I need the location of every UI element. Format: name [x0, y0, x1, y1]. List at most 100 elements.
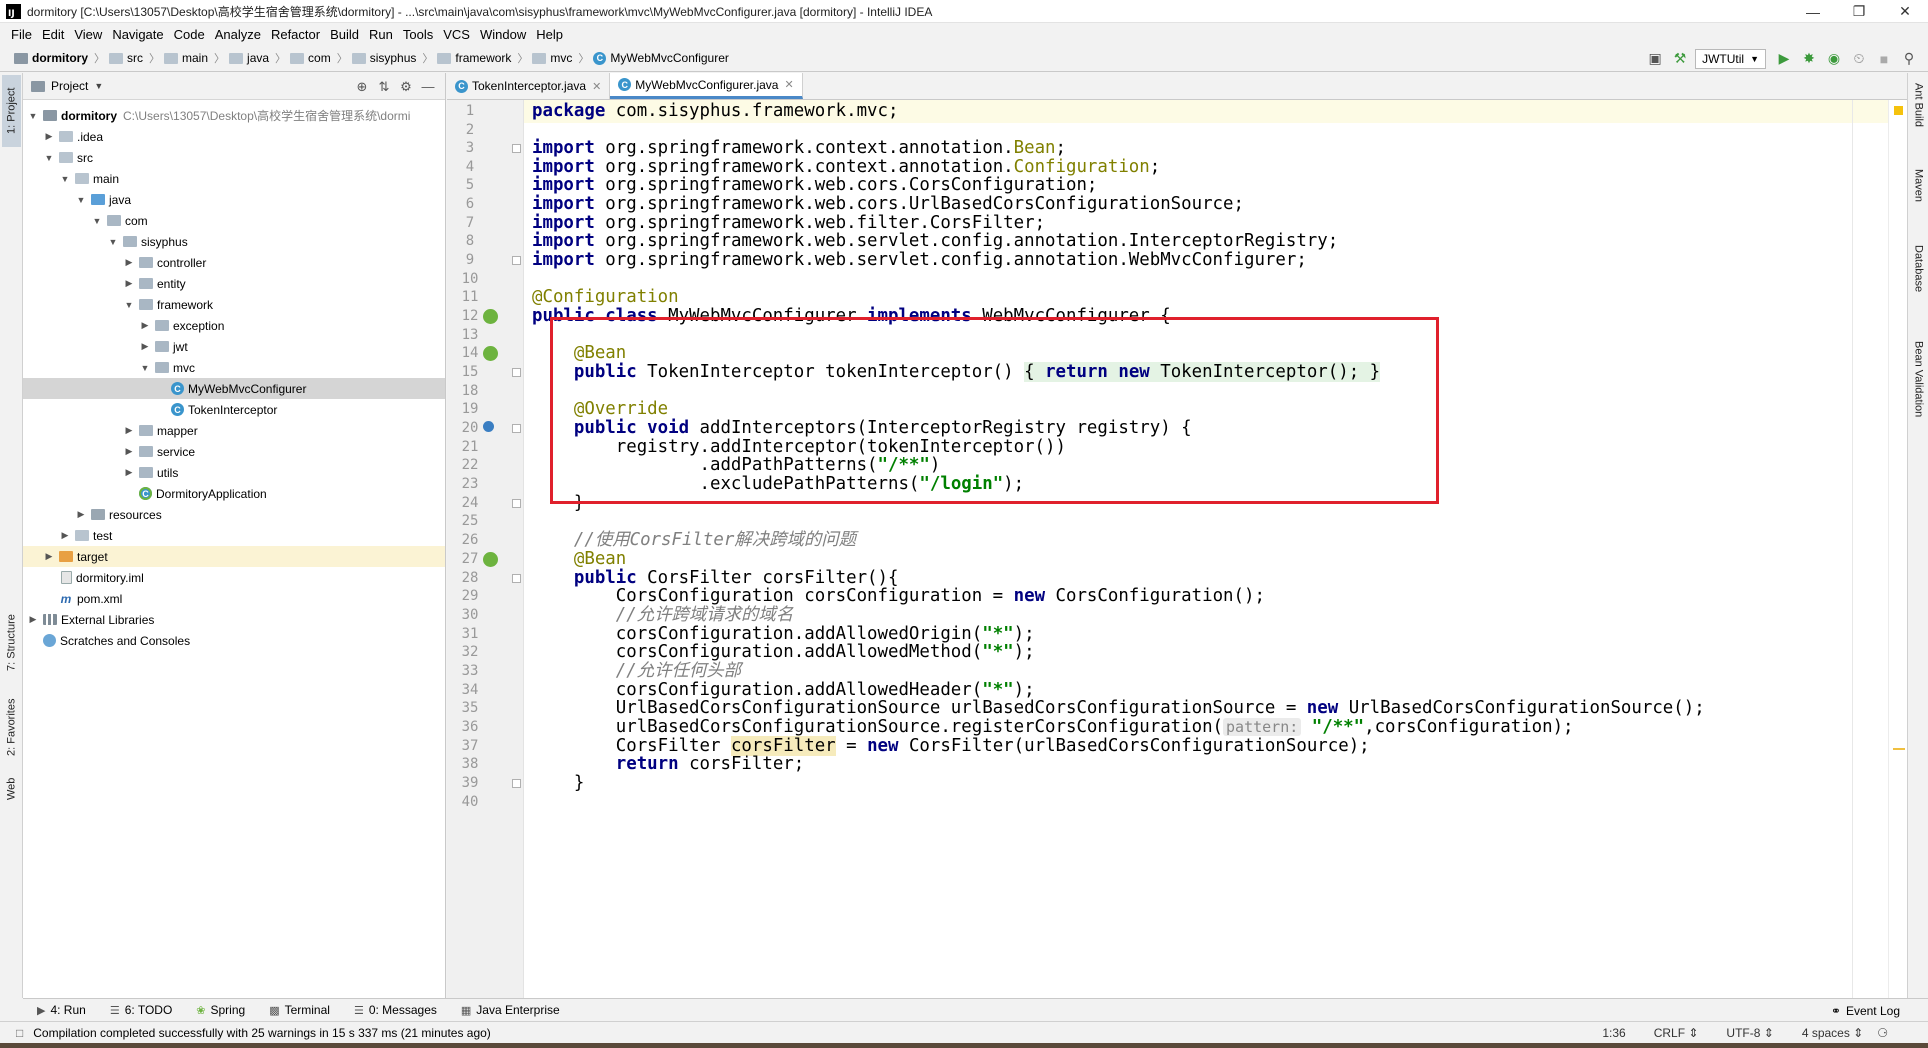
- menu-tools[interactable]: Tools: [398, 27, 438, 42]
- tree-item-dormitory-iml[interactable]: dormitory.iml: [23, 567, 445, 588]
- tree-item-resources[interactable]: ▶ resources: [23, 504, 445, 525]
- tree-item-idea[interactable]: ▶ .idea: [23, 126, 445, 147]
- chevron-right-icon[interactable]: ▶: [139, 341, 151, 352]
- tree-item-sisyphus[interactable]: ▼ sisyphus: [23, 231, 445, 252]
- build-hammer-icon[interactable]: ⚒: [1669, 49, 1691, 69]
- profile-icon[interactable]: ⏲: [1848, 49, 1870, 69]
- warning-indicator-icon[interactable]: [1894, 106, 1903, 115]
- menu-refactor[interactable]: Refactor: [266, 27, 325, 42]
- chevron-down-icon[interactable]: ▼: [94, 81, 103, 91]
- breadcrumb-class[interactable]: C MyWebMvcConfigurer: [593, 51, 729, 65]
- fold-marker-icon[interactable]: [512, 368, 521, 377]
- breadcrumb-sisyphus[interactable]: sisyphus 〉: [351, 50, 433, 66]
- tree-item-dormitoryapplication[interactable]: C DormitoryApplication: [23, 483, 445, 504]
- menu-analyze[interactable]: Analyze: [210, 27, 266, 42]
- chevron-down-icon[interactable]: ▼: [27, 111, 39, 121]
- fold-marker-icon[interactable]: [512, 574, 521, 583]
- breadcrumb-mvc[interactable]: mvc 〉: [532, 50, 589, 66]
- chevron-right-icon[interactable]: ▶: [123, 278, 135, 289]
- tree-item-test[interactable]: ▶ test: [23, 525, 445, 546]
- close-tab-icon[interactable]: ✕: [784, 78, 793, 91]
- bean-gutter-icon[interactable]: [483, 346, 498, 361]
- chevron-right-icon[interactable]: ▶: [139, 320, 151, 331]
- gear-icon[interactable]: ⚙: [395, 79, 417, 95]
- error-stripe[interactable]: [1888, 100, 1907, 998]
- tree-item-mapper[interactable]: ▶ mapper: [23, 420, 445, 441]
- breadcrumb-src[interactable]: src 〉: [109, 50, 160, 66]
- tree-item-mywebmvcconfigurer[interactable]: C MyWebMvcConfigurer: [23, 378, 445, 399]
- breadcrumb-com[interactable]: com 〉: [290, 50, 348, 66]
- menu-code[interactable]: Code: [169, 27, 210, 42]
- tree-item-dormitory[interactable]: ▼ dormitory C:\Users\13057\Desktop\高校学生宿舍管…: [23, 105, 445, 126]
- chevron-right-icon[interactable]: ▶: [123, 425, 135, 436]
- tab-favorites[interactable]: 2: Favorites: [2, 685, 21, 769]
- event-log-button[interactable]: ⚭ Event Log: [1831, 999, 1900, 1022]
- menu-help[interactable]: Help: [531, 27, 568, 42]
- tab-maven[interactable]: Maven: [1909, 169, 1928, 229]
- tab-bean-validation[interactable]: Bean Validation: [1909, 341, 1928, 461]
- fold-marker-icon[interactable]: [512, 779, 521, 788]
- hide-panel-icon[interactable]: —: [417, 79, 439, 94]
- restore-button[interactable]: ❐: [1836, 0, 1882, 23]
- tree-item-service[interactable]: ▶ service: [23, 441, 445, 462]
- project-panel-title[interactable]: Project: [51, 79, 88, 93]
- menu-window[interactable]: Window: [475, 27, 531, 42]
- menu-edit[interactable]: Edit: [37, 27, 69, 42]
- menu-build[interactable]: Build: [325, 27, 364, 42]
- chevron-down-icon[interactable]: ▼: [123, 300, 135, 310]
- warning-marker[interactable]: [1893, 748, 1905, 750]
- tree-item-tokeninterceptor[interactable]: C TokenInterceptor: [23, 399, 445, 420]
- code-editor[interactable]: 1 2 3 4 5 6 7 8 9 10 11 12 13 14 15 18 19 20 21 22 23 24 25 26 2…: [447, 100, 1907, 998]
- tab-terminal[interactable]: ▩ Terminal: [255, 1003, 340, 1017]
- bean-gutter-icon[interactable]: [483, 552, 498, 567]
- tree-item-scratches[interactable]: Scratches and Consoles: [23, 630, 445, 651]
- breadcrumb-dormitory[interactable]: dormitory 〉: [14, 50, 105, 66]
- lock-icon[interactable]: ⚆: [1877, 1026, 1888, 1040]
- tree-item-main[interactable]: ▼ main: [23, 168, 445, 189]
- tree-item-exception[interactable]: ▶ exception: [23, 315, 445, 336]
- tree-item-java[interactable]: ▼ java: [23, 189, 445, 210]
- tree-item-mvc[interactable]: ▼ mvc: [23, 357, 445, 378]
- tree-item-com[interactable]: ▼ com: [23, 210, 445, 231]
- override-method-icon[interactable]: [483, 421, 494, 432]
- chevron-right-icon[interactable]: ▶: [43, 131, 55, 142]
- tab-messages[interactable]: ☰ 0: Messages: [340, 1003, 447, 1017]
- chevron-down-icon[interactable]: ▼: [107, 237, 119, 247]
- file-encoding[interactable]: UTF-8 ⇕: [1712, 1026, 1773, 1040]
- breadcrumb-java[interactable]: java 〉: [229, 50, 286, 66]
- bean-gutter-icon[interactable]: [483, 309, 498, 324]
- stop-icon[interactable]: ■: [1873, 49, 1895, 69]
- menu-file[interactable]: File: [6, 27, 37, 42]
- status-message[interactable]: Compilation completed successfully with …: [33, 1026, 491, 1040]
- menu-run[interactable]: Run: [364, 27, 398, 42]
- tab-todo[interactable]: ☰ 6: TODO: [96, 1003, 182, 1017]
- chevron-right-icon[interactable]: ▶: [123, 446, 135, 457]
- tab-tokeninterceptor[interactable]: C TokenInterceptor.java ✕: [447, 73, 611, 99]
- chevron-down-icon[interactable]: ▼: [59, 174, 71, 184]
- tree-item-framework[interactable]: ▼ framework: [23, 294, 445, 315]
- status-panel-icon[interactable]: □: [16, 1026, 23, 1040]
- chevron-down-icon[interactable]: ▼: [75, 195, 87, 205]
- tab-mywebmvcconfigurer[interactable]: C MyWebMvcConfigurer.java ✕: [610, 73, 803, 99]
- run-icon[interactable]: ▶: [1773, 49, 1795, 69]
- indent-setting[interactable]: 4 spaces ⇕: [1788, 1026, 1863, 1040]
- caret-position[interactable]: 1:36: [1602, 1026, 1625, 1040]
- tree-item-utils[interactable]: ▶ utils: [23, 462, 445, 483]
- menu-navigate[interactable]: Navigate: [107, 27, 168, 42]
- fold-marker-icon[interactable]: [512, 424, 521, 433]
- breadcrumb-framework[interactable]: framework 〉: [437, 50, 528, 66]
- tree-item-src[interactable]: ▼ src: [23, 147, 445, 168]
- tree-item-entity[interactable]: ▶ entity: [23, 273, 445, 294]
- tab-web[interactable]: Web: [2, 769, 21, 809]
- fold-marker-icon[interactable]: [512, 144, 521, 153]
- chevron-right-icon[interactable]: ▶: [123, 257, 135, 268]
- tree-item-target[interactable]: ▶ target: [23, 546, 445, 567]
- structure-toggle-icon[interactable]: ▣: [1644, 49, 1666, 69]
- chevron-right-icon[interactable]: ▶: [75, 509, 87, 520]
- tab-structure[interactable]: 7: Structure: [2, 603, 21, 683]
- close-button[interactable]: ✕: [1882, 0, 1928, 23]
- tab-ant-build[interactable]: Ant Build: [1909, 83, 1928, 153]
- run-configuration-select[interactable]: JWTUtil ▼: [1695, 48, 1766, 69]
- tab-run[interactable]: ▶ 4: Run: [23, 1003, 96, 1017]
- tree-item-controller[interactable]: ▶ controller: [23, 252, 445, 273]
